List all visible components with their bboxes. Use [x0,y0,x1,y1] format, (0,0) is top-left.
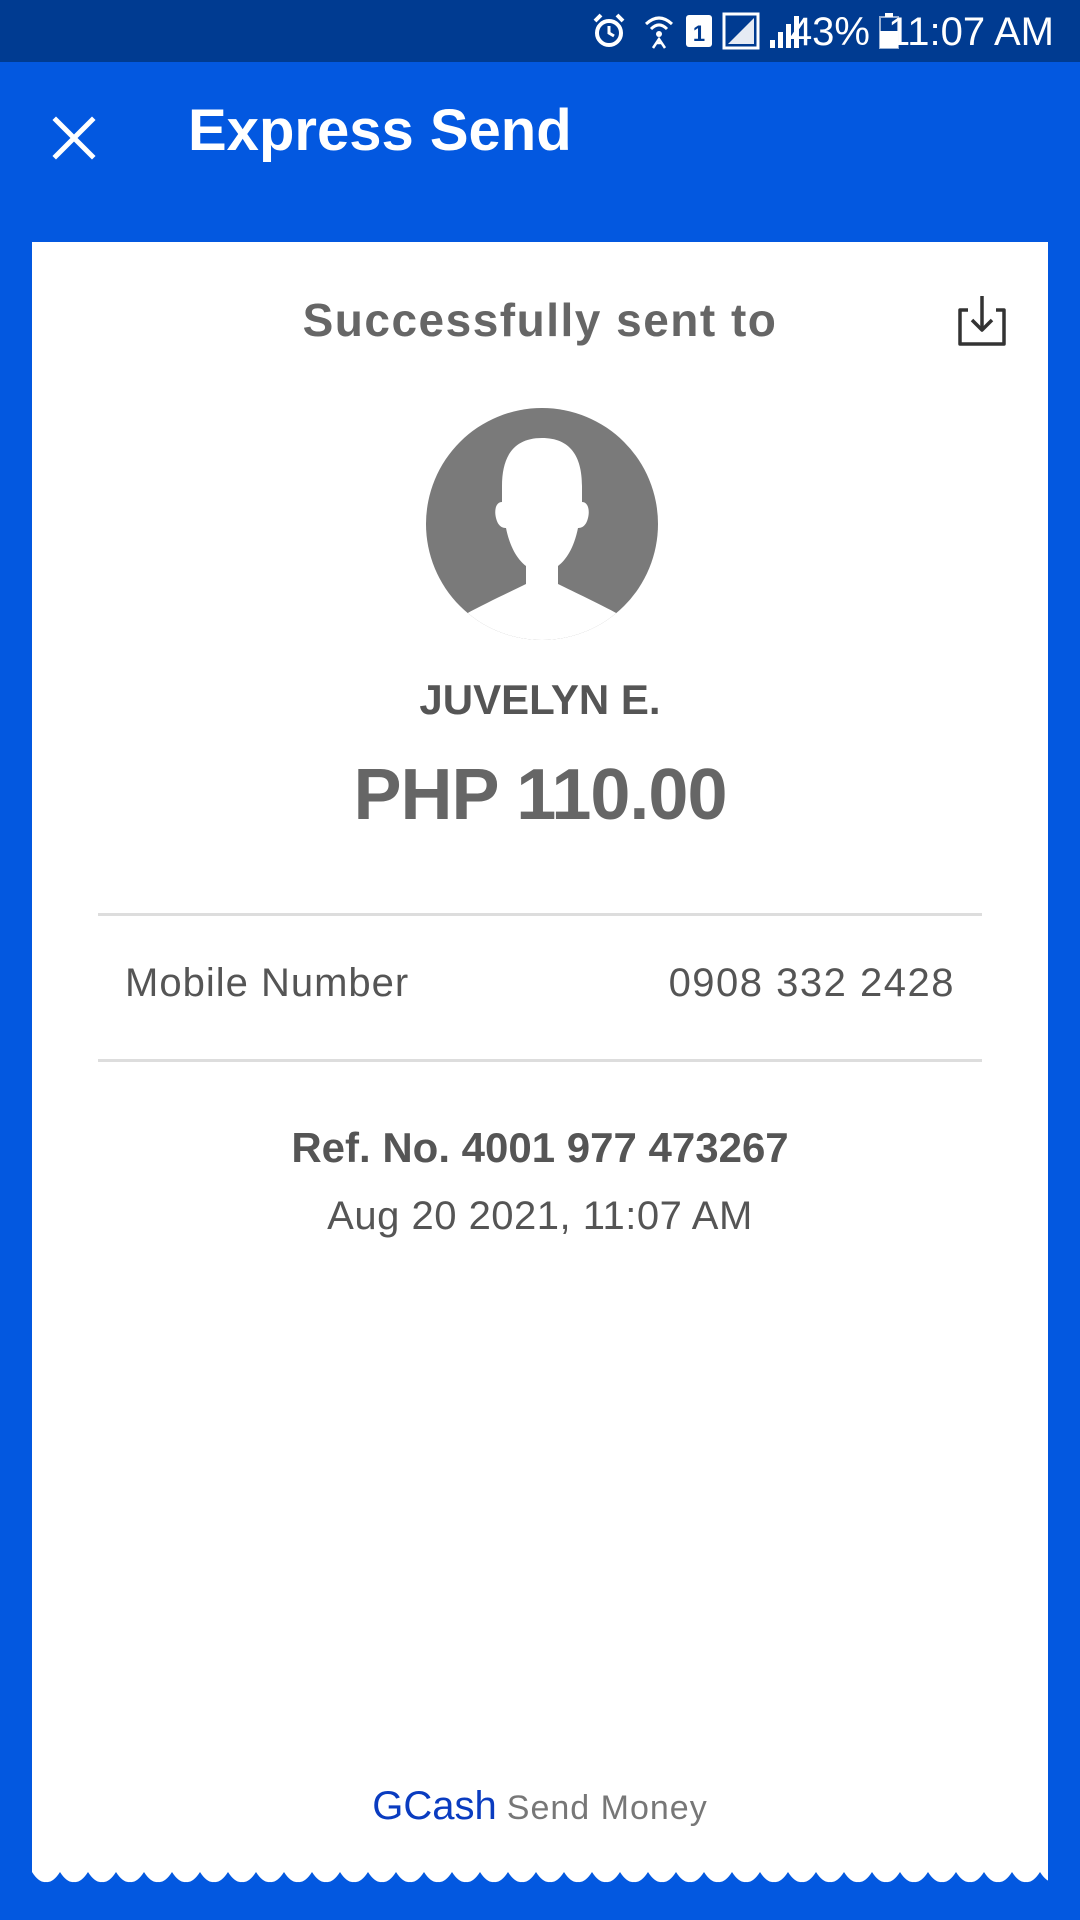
brand-name: GCash [372,1784,497,1828]
amount-sent: PHP 110.00 [353,755,728,835]
mobile-number-value: 0908 332 2428 [668,961,955,1005]
person-avatar-icon [426,408,658,640]
mobile-number-label: Mobile Number [125,961,410,1005]
signal-sim1-icon [722,12,760,50]
page-title: Express Send [188,98,572,163]
status-time: 11:07 AM [887,10,1054,54]
svg-text:1: 1 [693,21,705,46]
sim-1-icon: 1 [686,15,712,47]
app-bar: Express Send [0,62,1080,212]
status-bar: 1 43% 11:07 AM [0,0,1080,62]
wifi-calling-icon [644,16,674,49]
divider [98,1059,982,1062]
receipt-bottom-edge [32,1866,1048,1886]
receipt-footer: GCash Send Money [32,1784,1048,1829]
divider [98,913,982,916]
alarm-icon [593,13,625,47]
close-icon[interactable] [40,104,108,172]
recipient-name: JUVELYN E. [419,676,661,723]
success-heading: Successfully sent to [302,294,778,346]
receipt-card: Successfully sent to JUVELYN E. PHP 110.… [32,242,1048,1872]
battery-percentage: 43% [789,10,870,54]
product-name: Send Money [506,1789,708,1827]
reference-number: Ref. No. 4001 977 473267 [291,1124,789,1171]
transaction-datetime: Aug 20 2021, 11:07 AM [327,1194,753,1238]
download-icon[interactable] [954,292,1010,350]
